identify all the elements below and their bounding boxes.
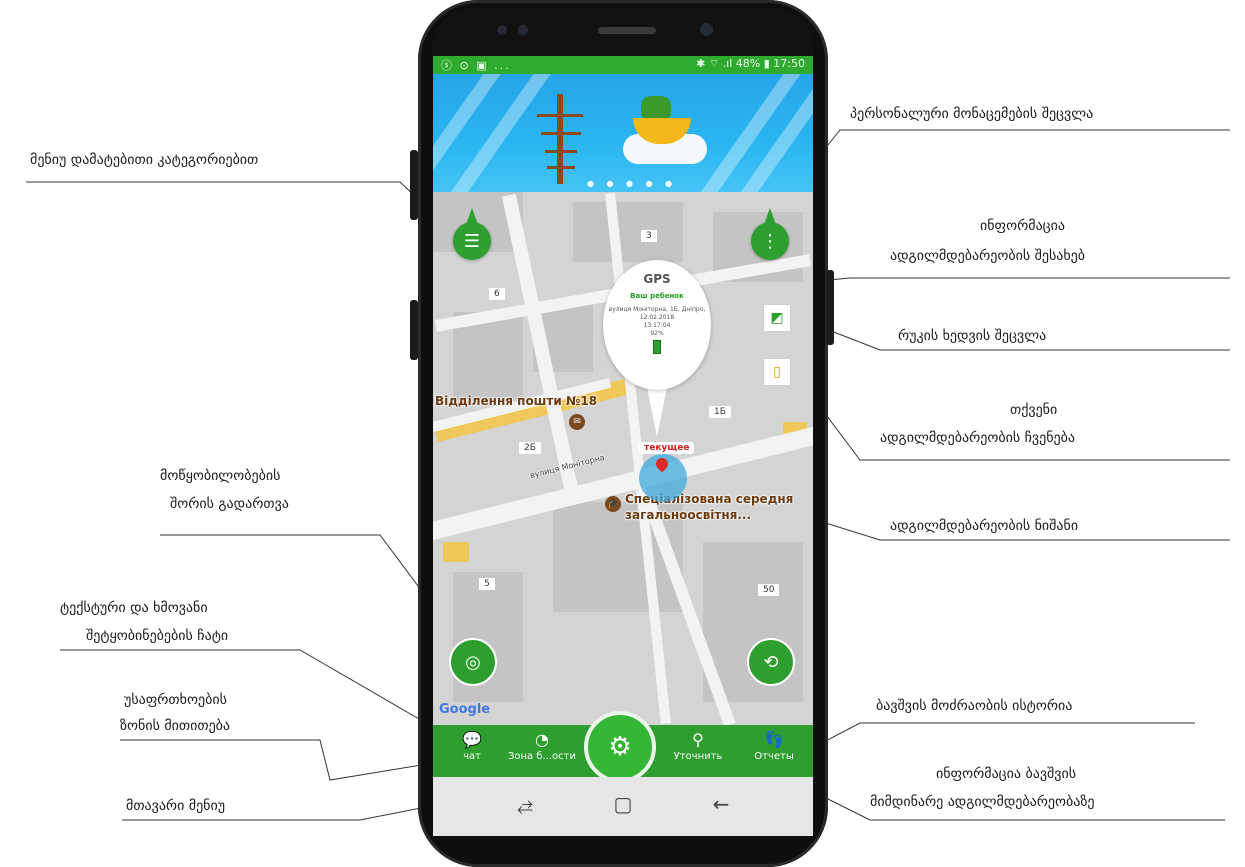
annotation-safety-zone-1: უსაფრთხოების: [124, 692, 227, 708]
annotation-child-location-2: მიმდინარე ადგილმდებარეობაზე: [870, 794, 1095, 810]
location-marker-icon: ⚲: [692, 730, 704, 749]
callout-date: 12.02.2018: [639, 314, 675, 321]
front-camera-icon: [700, 23, 713, 36]
annotation-main-menu: მთავარი მენიუ: [126, 798, 226, 814]
callout-time: 13:17:04: [643, 322, 671, 329]
callout-address: вулиця Моніторна, 1Б, Дніпро,: [608, 306, 706, 313]
recent-apps-icon[interactable]: ⥄: [505, 792, 545, 816]
more-vertical-icon: ⋮: [761, 230, 779, 252]
phone-icon: ▯: [773, 364, 781, 380]
status-left-icons: ⓢ ⊙ ▣ ...: [441, 59, 511, 72]
school-icon[interactable]: 🎓: [605, 496, 621, 512]
mail-icon[interactable]: ✉: [569, 414, 585, 430]
house-number: 50: [758, 584, 780, 596]
nav-chat[interactable]: 💬 чат: [437, 729, 507, 762]
annotation-your-location-2: ადგილმდებარეობის ჩვენება: [880, 430, 1075, 446]
switch-device-button[interactable]: ◎: [449, 638, 497, 686]
callout-title: GPS: [643, 272, 671, 286]
menu-button[interactable]: ☰: [453, 222, 491, 260]
annotation-switch-devices-2: შორის გადართვა: [170, 496, 289, 512]
annotation-map-view: რუკის ხედვის შეცვლა: [898, 328, 1047, 344]
status-right-info: ✱ ⌔ .ıl 48% ▮ 17:50: [696, 57, 805, 70]
annotation-switch-devices-1: მოწყობილობების: [160, 468, 281, 484]
bottom-navigation: 💬 чат ◔ Зона б...ости ⚙ ⚲ Уточнить 👣 Отч…: [433, 711, 813, 783]
poi-post-office-label: Відділення пошти №18: [435, 394, 598, 408]
nav-reports[interactable]: 👣 Отчеты: [739, 729, 809, 762]
device-switch-icon: ◎: [465, 651, 481, 673]
history-icon: ⟲: [763, 651, 779, 673]
status-bar: ⓢ ⊙ ▣ ... ✱ ⌔ .ıl 48% ▮ 17:50: [433, 56, 813, 74]
nav-refine-location[interactable]: ⚲ Уточнить: [663, 729, 733, 762]
chat-icon: 💬: [462, 730, 482, 749]
callout-subtitle: Ваш ребенок: [630, 292, 684, 300]
hamburger-icon: ☰: [463, 230, 481, 252]
map-view[interactable]: 3 6 2Б 1Б 5 50 вулиця Моніторна ☰ ⋮ GPS …: [433, 192, 813, 725]
more-options-button[interactable]: ⋮: [751, 222, 789, 260]
house-number: 5: [479, 578, 495, 590]
location-info-callout[interactable]: GPS Ваш ребенок вулиця Моніторна, 1Б, Дн…: [603, 260, 711, 390]
house-number: 2Б: [519, 442, 541, 454]
volume-button: [410, 150, 418, 220]
nav-reports-label: Отчеты: [754, 751, 794, 762]
nav-zone-label: Зона б...ости: [507, 751, 577, 762]
nav-safety-zone[interactable]: ◔ Зона б...ости: [507, 729, 577, 762]
google-logo: Google: [439, 702, 491, 717]
power-button: [826, 270, 834, 345]
zone-icon: ◔: [535, 730, 549, 749]
history-button[interactable]: ⟲: [747, 638, 795, 686]
bixby-button: [410, 300, 418, 360]
house-number: 3: [641, 230, 657, 242]
character-illustration: [641, 96, 671, 118]
main-menu-button[interactable]: ⚙: [584, 711, 656, 783]
annotation-chat-2: შეტყობინებების ჩატი: [86, 628, 229, 644]
banner-pager-dots[interactable]: ● ● ● ● ●: [587, 179, 677, 188]
annotation-child-location-1: ინფორმაცია ბავშვის: [936, 766, 1077, 782]
sensor-icon: [518, 25, 528, 35]
annotation-safety-zone-2: ზონის მითითება: [120, 718, 231, 734]
system-navigation-bar: ⥄ ▢ ←: [433, 777, 813, 836]
callout-battery: 92%: [650, 330, 664, 337]
annotation-location-info-1: ინფორმაცია: [980, 218, 1066, 234]
battery-icon: [653, 340, 661, 354]
house-number: 1Б: [709, 406, 731, 418]
annotation-location-info-2: ადგილმდებარეობის შესახებ: [890, 248, 1086, 264]
gear-icon: ⚙: [608, 732, 632, 762]
annotation-your-location-1: თქვენი: [1010, 402, 1058, 418]
annotation-edit-personal: პერსონალური მონაცემების შეცვლა: [850, 106, 1094, 122]
my-location-button[interactable]: ▯: [763, 358, 791, 386]
poi-school-label-2: загальноосвітня...: [625, 508, 752, 522]
map-type-button[interactable]: ◩: [763, 304, 791, 332]
footprints-icon: 👣: [764, 730, 784, 749]
back-arrow-icon[interactable]: ←: [701, 792, 741, 816]
promo-banner[interactable]: ● ● ● ● ●: [433, 74, 813, 192]
home-icon[interactable]: ▢: [603, 792, 643, 816]
phone-screen: ⓢ ⊙ ▣ ... ✱ ⌔ .ıl 48% ▮ 17:50 ● ● ● ● ●: [433, 56, 813, 836]
layers-icon: ◩: [770, 310, 784, 326]
house-number: 6: [489, 288, 505, 300]
nav-refine-label: Уточнить: [673, 751, 723, 762]
annotation-menu-categories: მენიუ დამატებითი კატეგორიებით: [30, 152, 259, 168]
sensor-icon: [497, 25, 507, 35]
annotation-history: ბავშვის მოძრაობის ისტორია: [876, 698, 1073, 714]
annotation-chat-1: ტექსტური და ხმოვანი: [60, 600, 208, 616]
annotation-location-marker: ადგილმდებარეობის ნიშანი: [890, 518, 1079, 534]
speaker-grille: [598, 27, 656, 34]
tree-illustration: [557, 94, 563, 184]
current-location-label: текущее: [639, 442, 695, 454]
nav-chat-label: чат: [463, 751, 481, 762]
